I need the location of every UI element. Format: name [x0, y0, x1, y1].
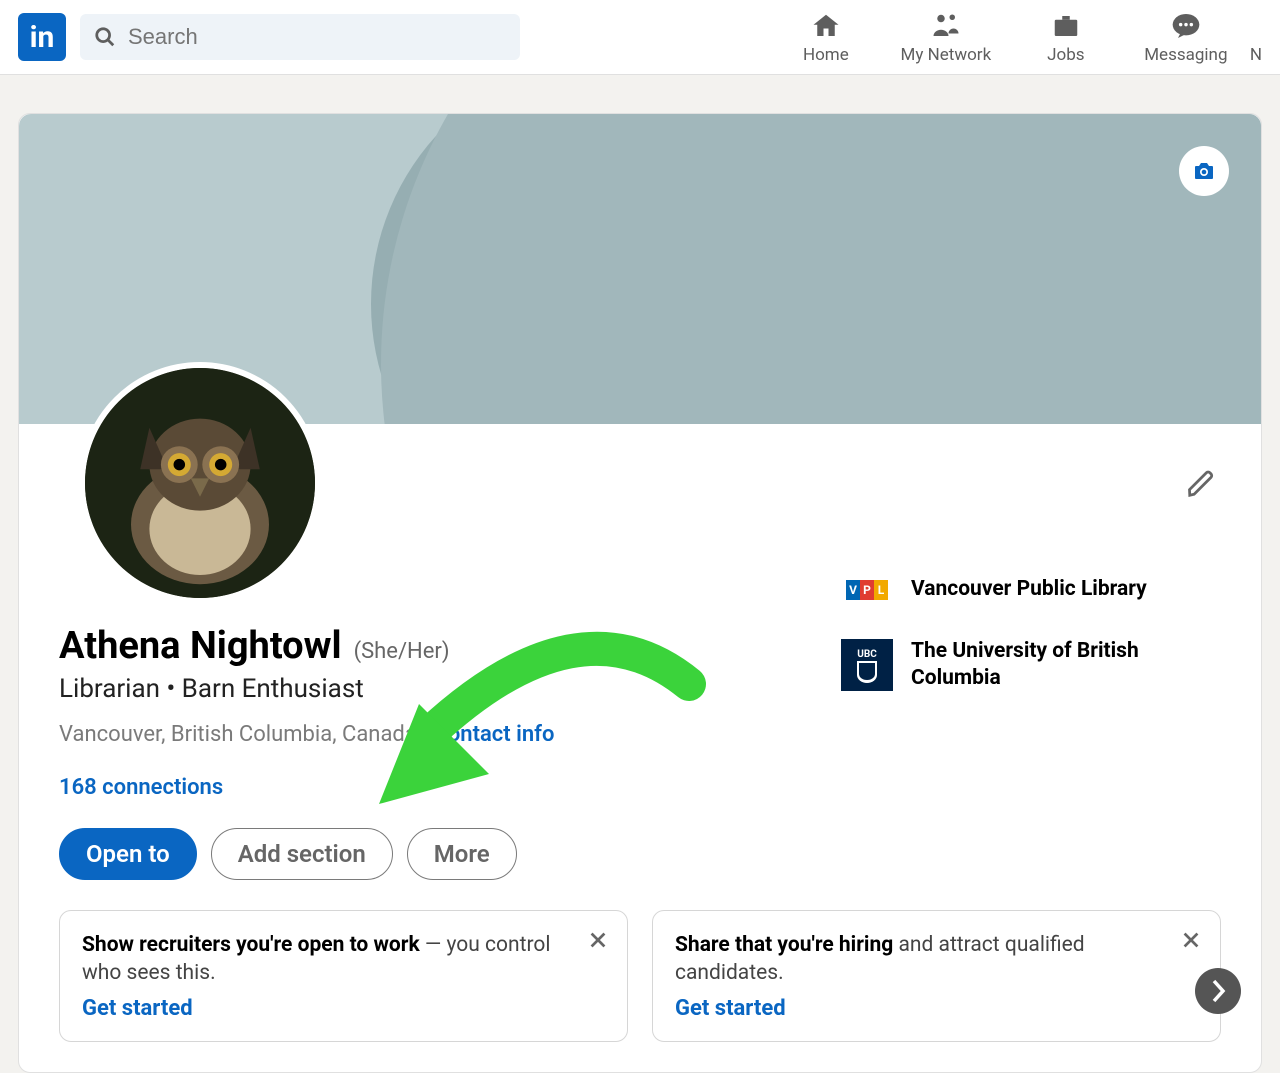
chevron-right-icon [1209, 978, 1227, 1004]
profile-avatar[interactable] [79, 362, 321, 604]
linkedin-logo-text: in [30, 20, 55, 55]
close-icon [587, 929, 609, 951]
add-section-button[interactable]: Add section [211, 828, 393, 880]
org-name: Vancouver Public Library [911, 576, 1147, 603]
more-button[interactable]: More [407, 828, 517, 880]
profile-card: Athena Nightowl (She/Her) Librarian • Ba… [18, 113, 1262, 1073]
location-row: Vancouver, British Columbia, Canada · Co… [59, 722, 841, 747]
pencil-icon [1186, 469, 1216, 499]
nav-network[interactable]: My Network [886, 9, 1006, 65]
promo-next-button[interactable] [1195, 968, 1241, 1014]
profile-name: Athena Nightowl [59, 624, 342, 668]
promo-text: Show recruiters you're open to work — yo… [82, 931, 573, 988]
contact-info-link[interactable]: Contact info [433, 722, 554, 747]
org-item[interactable]: VPL Vancouver Public Library [841, 564, 1221, 616]
profile-actions: Open to Add section More [59, 828, 841, 880]
nav-label: My Network [901, 45, 992, 65]
organizations: VPL Vancouver Public Library UBC The Uni… [841, 464, 1221, 880]
nav-label: Home [803, 45, 849, 65]
profile-headline: Librarian • Barn Enthusiast [59, 674, 841, 704]
org-item[interactable]: UBC The University of British Columbia [841, 638, 1221, 693]
nav-label: Jobs [1047, 45, 1084, 65]
messaging-icon [1170, 10, 1202, 42]
promo-close[interactable] [587, 929, 609, 955]
promo-cards: Show recruiters you're open to work — yo… [19, 910, 1261, 1072]
open-to-button[interactable]: Open to [59, 828, 197, 880]
nav-cutoff-text: N [1246, 9, 1262, 65]
nav-messaging[interactable]: Messaging [1126, 9, 1246, 65]
org-name: The University of British Columbia [911, 638, 1221, 693]
home-icon [811, 11, 841, 41]
profile-pronouns: (She/Her) [354, 639, 450, 664]
ubc-logo: UBC [841, 639, 893, 691]
nav-home[interactable]: Home [766, 9, 886, 65]
vpl-logo: VPL [841, 564, 893, 616]
briefcase-icon [1051, 11, 1081, 41]
avatar-image [85, 368, 315, 598]
edit-banner-button[interactable] [1179, 146, 1229, 196]
camera-icon [1192, 159, 1216, 183]
promo-cta[interactable]: Get started [82, 996, 573, 1021]
nav-items: Home My Network Jobs Messaging N [766, 9, 1262, 65]
promo-hiring: Share that you're hiring and attract qua… [652, 910, 1221, 1042]
network-icon [931, 11, 961, 41]
edit-profile-button[interactable] [1181, 464, 1221, 504]
nav-jobs[interactable]: Jobs [1006, 9, 1126, 65]
search-icon [94, 26, 116, 48]
promo-text: Share that you're hiring and attract qua… [675, 931, 1166, 988]
close-icon [1180, 929, 1202, 951]
search-input[interactable] [128, 24, 506, 50]
top-navbar: in Home My Network Jobs [0, 0, 1280, 75]
linkedin-logo[interactable]: in [18, 13, 66, 61]
search-container[interactable] [80, 14, 520, 60]
profile-location: Vancouver, British Columbia, Canada [59, 722, 417, 747]
promo-close[interactable] [1180, 929, 1202, 955]
connections-link[interactable]: 168 connections [59, 775, 841, 800]
nav-label: Messaging [1144, 45, 1227, 65]
svg-text:UBC: UBC [857, 649, 877, 660]
promo-cta[interactable]: Get started [675, 996, 1166, 1021]
promo-open-to-work: Show recruiters you're open to work — yo… [59, 910, 628, 1042]
